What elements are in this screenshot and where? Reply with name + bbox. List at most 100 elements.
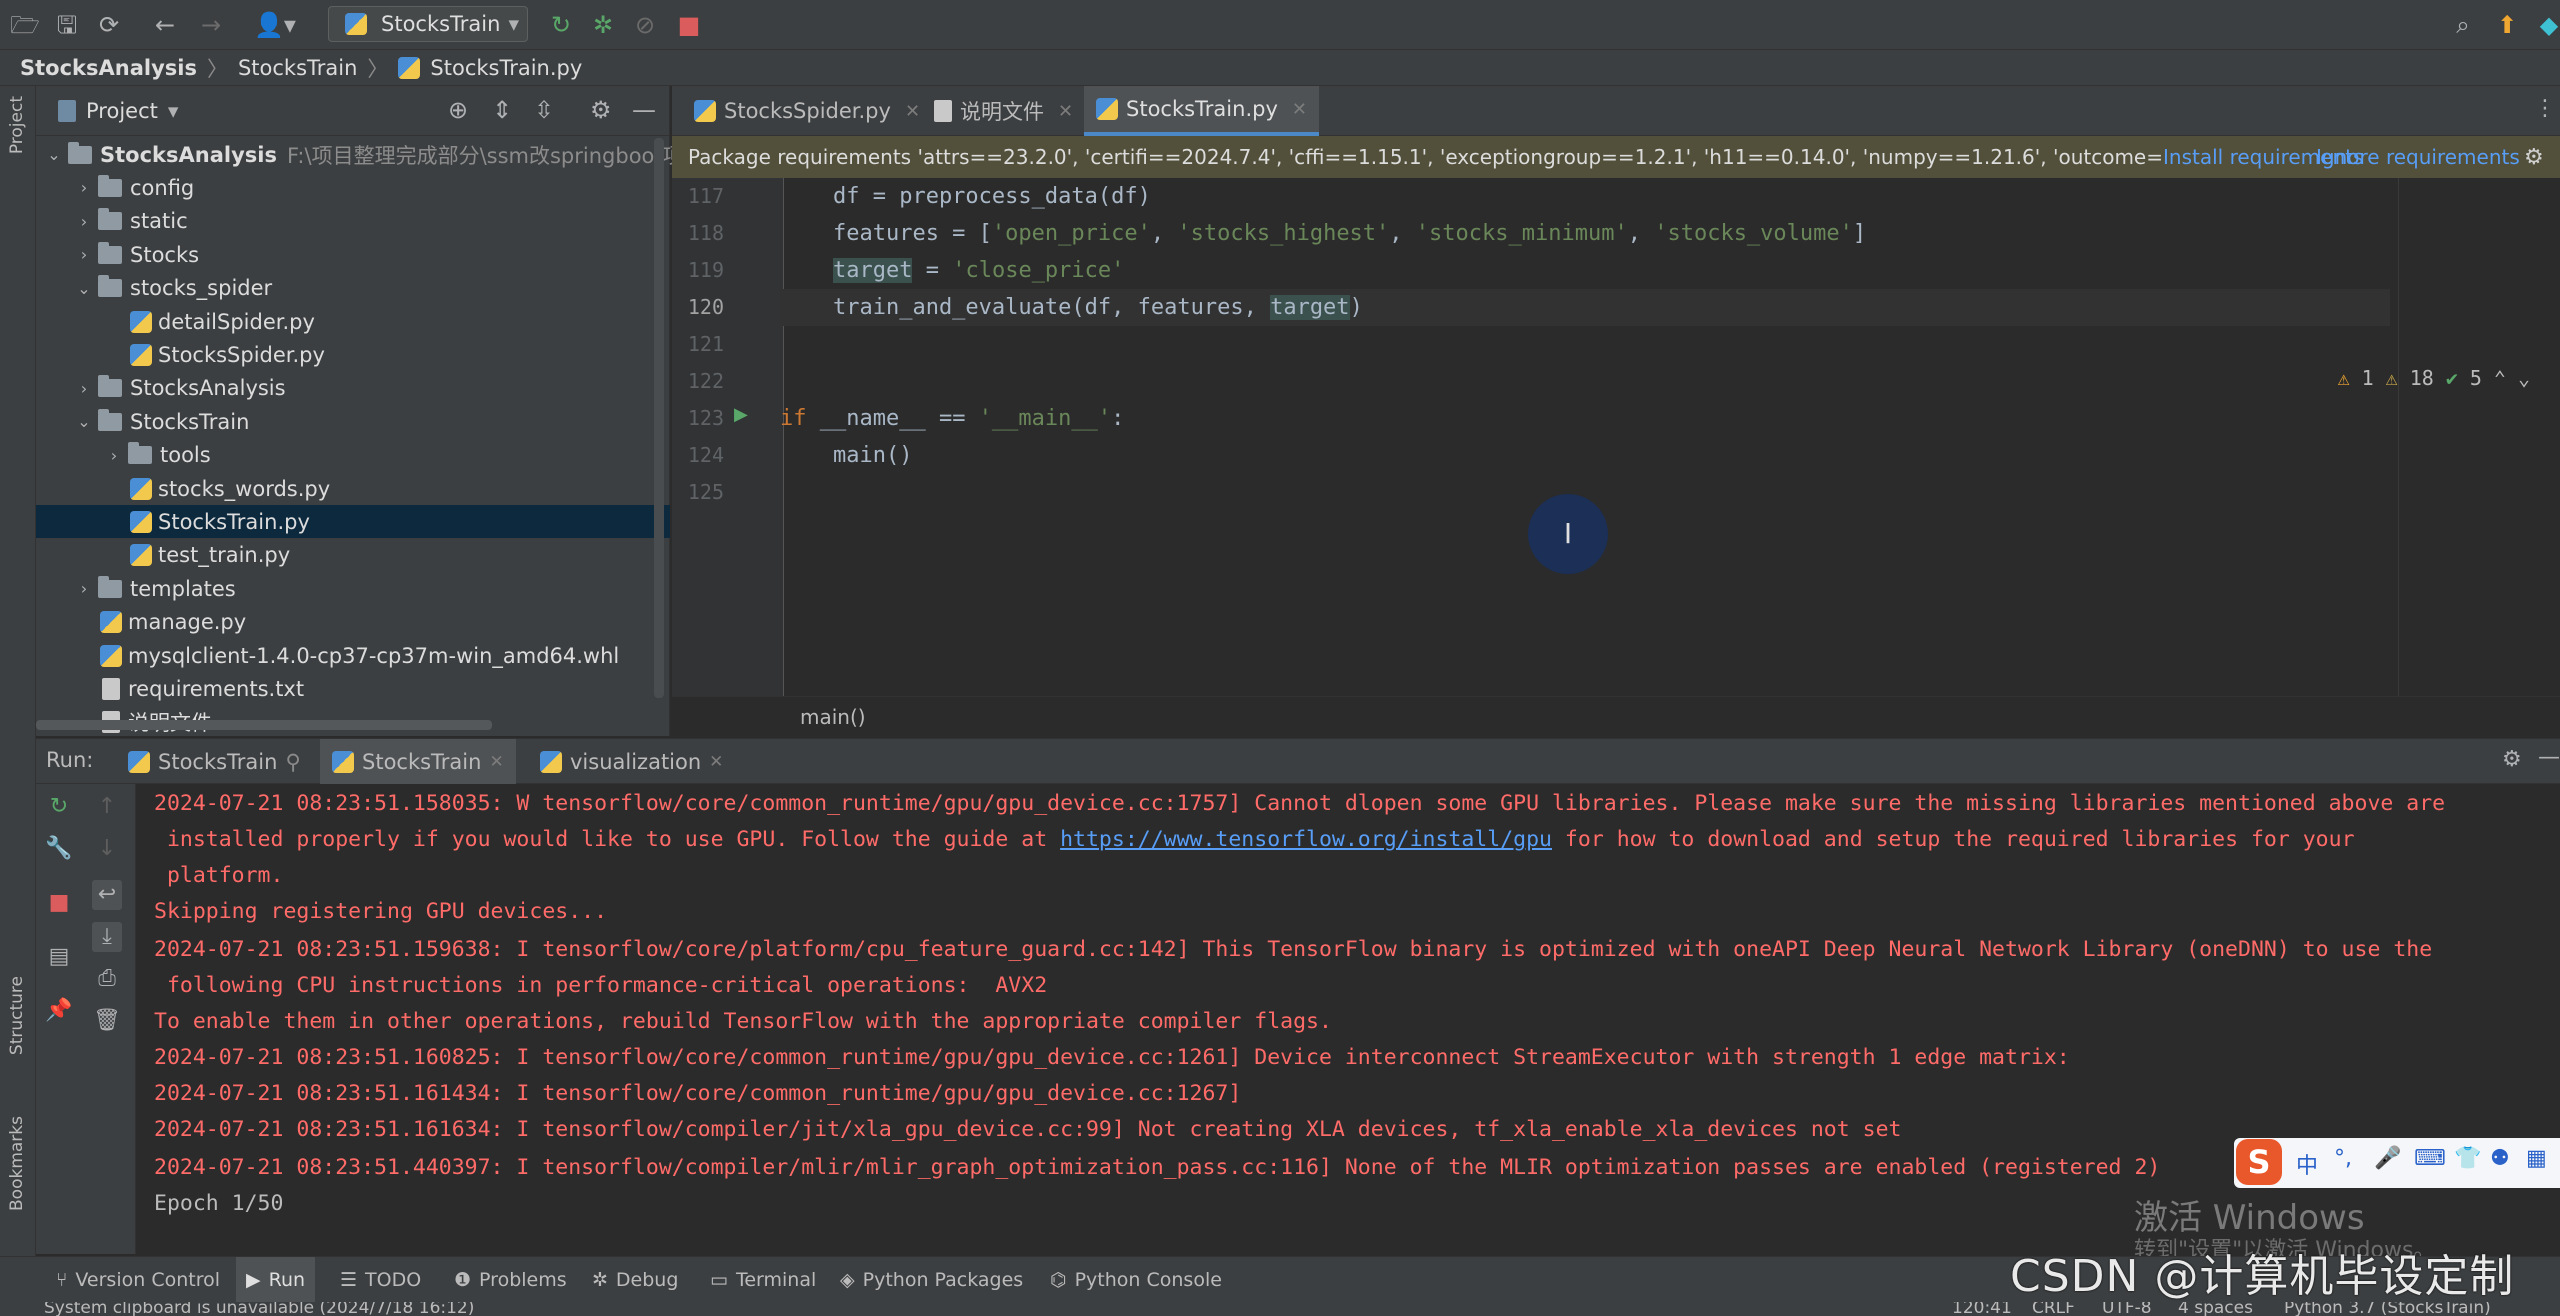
run-tab-stockstrain[interactable]: StocksTrain ✕ xyxy=(320,739,516,785)
close-icon[interactable]: ✕ xyxy=(905,101,920,122)
chevron-right-icon[interactable]: › xyxy=(74,245,94,264)
tab-stocksspider[interactable]: StocksSpider.py ✕ xyxy=(682,86,932,136)
hide-icon[interactable]: — xyxy=(632,96,656,124)
close-icon[interactable]: ✕ xyxy=(1058,101,1073,122)
scroll-to-end-icon[interactable]: ⤓ xyxy=(92,922,122,952)
locate-icon[interactable]: ⊕ xyxy=(448,96,468,124)
tree-root[interactable]: ⌄ StocksAnalysis F:\项目整理完成部分\ssm改springboo… xyxy=(36,138,705,171)
run-config-select[interactable]: StocksTrain ▾ xyxy=(328,6,528,42)
run-console-output[interactable]: 2024-07-21 08:23:51.158035: W tensorflow… xyxy=(136,784,2560,1254)
sync-icon[interactable]: ⟳ xyxy=(94,10,124,40)
scope-breadcrumb[interactable]: main() xyxy=(800,705,866,729)
structure-tool-button[interactable]: Structure xyxy=(7,976,27,1055)
punctuation-icon[interactable]: °, xyxy=(2334,1146,2352,1171)
chevron-right-icon[interactable]: › xyxy=(74,379,94,398)
rerun-icon[interactable]: ↻ xyxy=(44,792,74,822)
ime-mode[interactable]: 中 xyxy=(2296,1148,2318,1180)
chevron-up-icon[interactable]: ⌃ xyxy=(2494,366,2506,390)
code-line[interactable]: train_and_evaluate(df, features, target) xyxy=(780,289,2390,326)
debug-icon[interactable]: ✲ xyxy=(588,10,618,40)
expand-all-icon[interactable]: ⇕ xyxy=(492,96,512,124)
close-icon[interactable]: ✕ xyxy=(1292,99,1307,120)
tree-item-mysqlclient-1-4-0-cp37-cp37m-win-amd64-whl[interactable]: mysqlclient-1.4.0-cp37-cp37m-win_amd64.w… xyxy=(36,639,670,672)
tree-horizontal-scrollbar[interactable] xyxy=(36,720,492,730)
chevron-right-icon[interactable]: › xyxy=(74,212,94,231)
save-icon[interactable]: 🖫 xyxy=(52,10,82,40)
print-icon[interactable]: ⎙ xyxy=(92,964,122,994)
chevron-down-icon[interactable]: ⌄ xyxy=(74,412,94,431)
tree-item-stocks-spider[interactable]: ⌄ stocks_spider xyxy=(36,272,670,305)
code-line[interactable]: main() xyxy=(780,437,2390,474)
rerun-icon[interactable]: ↻ xyxy=(546,10,576,40)
tab-stockstrain[interactable]: StocksTrain.py ✕ xyxy=(1084,86,1319,136)
python-interpreter[interactable]: Python 3.7 (StocksTrain) xyxy=(2284,1302,2491,1316)
trash-icon[interactable]: 🗑 xyxy=(92,1006,122,1036)
tree-item-stockstrain-py[interactable]: StocksTrain.py xyxy=(36,505,670,539)
tree-item-tools[interactable]: › tools xyxy=(36,439,670,472)
chevron-down-icon[interactable]: ⌄ xyxy=(74,279,94,298)
tree-item-requirements-txt[interactable]: requirements.txt xyxy=(36,672,670,705)
code-line[interactable] xyxy=(780,326,2390,363)
run-tab-visualization[interactable]: visualization ✕ xyxy=(528,739,735,785)
project-tool-button[interactable]: Project xyxy=(7,96,27,154)
stop-icon[interactable]: ■ xyxy=(674,10,704,40)
run-gutter-icon[interactable]: ▶ xyxy=(734,404,748,425)
tool-window-todo[interactable]: ☰ TODO xyxy=(330,1257,431,1303)
menu-grid-icon[interactable]: ▦ xyxy=(2526,1146,2547,1171)
forward-icon[interactable]: → xyxy=(196,10,226,40)
tab-readme[interactable]: 说明文件 ✕ xyxy=(922,86,1085,136)
ime-toolbar[interactable]: S 中 °, 🎤 ⌨ 👕 ⚉ ▦ xyxy=(2234,1138,2560,1188)
tree-item-stocks-words-py[interactable]: stocks_words.py xyxy=(36,472,670,505)
open-folder-icon[interactable]: 🗁 xyxy=(10,10,40,40)
code-line[interactable] xyxy=(780,363,2390,400)
user-icon[interactable]: 👤▾ xyxy=(250,10,300,40)
wrench-icon[interactable]: 🔧 xyxy=(44,834,74,864)
tree-item-stocks[interactable]: › Stocks xyxy=(36,238,670,271)
project-view-select[interactable]: Project xyxy=(86,99,158,123)
bookmarks-tool-button[interactable]: Bookmarks xyxy=(7,1116,27,1211)
ignore-requirements-link[interactable]: Ignore requirements xyxy=(2316,145,2520,169)
toolbox-icon[interactable]: ⚉ xyxy=(2490,1146,2510,1171)
up-arrow-icon[interactable]: ↑ xyxy=(92,792,122,822)
stop-icon[interactable]: ■ xyxy=(44,888,74,918)
back-icon[interactable]: ← xyxy=(150,10,180,40)
chevron-down-icon[interactable]: ⌄ xyxy=(44,145,64,164)
tool-window-terminal[interactable]: ▭ Terminal xyxy=(700,1257,826,1303)
line-separator[interactable]: CRLF xyxy=(2032,1302,2075,1316)
hide-icon[interactable]: — xyxy=(2538,745,2560,770)
pin-icon[interactable]: ⚲ xyxy=(285,750,300,774)
update-icon[interactable]: ⬆ xyxy=(2492,10,2522,40)
tree-item-static[interactable]: › static xyxy=(36,205,670,238)
chevron-right-icon[interactable]: › xyxy=(104,446,124,465)
skin-icon[interactable]: 👕 xyxy=(2454,1146,2481,1171)
tree-item-stocksspider-py[interactable]: StocksSpider.py xyxy=(36,338,670,371)
plugin-icon[interactable]: ◆ xyxy=(2534,10,2560,40)
code-line[interactable]: target = 'close_price' xyxy=(780,252,2390,289)
tool-window-debug[interactable]: ✲ Debug xyxy=(582,1257,688,1303)
gear-icon[interactable]: ⚙ xyxy=(590,96,612,124)
down-arrow-icon[interactable]: ↓ xyxy=(92,834,122,864)
indent-setting[interactable]: 4 spaces xyxy=(2178,1302,2253,1316)
crumb-project[interactable]: StocksAnalysis xyxy=(20,56,197,80)
chevron-right-icon[interactable]: › xyxy=(74,178,94,197)
crumb-file[interactable]: StocksTrain.py xyxy=(430,56,582,80)
tensorflow-install-link[interactable]: https://www.tensorflow.org/install/gpu xyxy=(1060,827,1552,852)
more-tabs-icon[interactable]: ⋮ xyxy=(2534,96,2556,121)
tool-window-python-packages[interactable]: ◈ Python Packages xyxy=(830,1257,1033,1303)
soft-wrap-icon[interactable]: ↩ xyxy=(92,880,122,910)
code-line[interactable]: if __name__ == '__main__': xyxy=(780,400,2390,437)
code-line[interactable]: df = preprocess_data(df) xyxy=(780,178,2390,215)
keyboard-icon[interactable]: ⌨ xyxy=(2414,1146,2446,1171)
tree-item-manage-py[interactable]: manage.py xyxy=(36,606,670,639)
tree-item-config[interactable]: › config xyxy=(36,171,670,204)
gear-icon[interactable]: ⚙ xyxy=(2524,145,2544,170)
chevron-down-icon[interactable]: ⌄ xyxy=(2518,366,2530,390)
tool-window-problems[interactable]: ❶ Problems xyxy=(444,1257,577,1303)
attach-icon[interactable]: ⊘ xyxy=(630,10,660,40)
pin-icon[interactable]: 📌 xyxy=(44,996,74,1026)
tree-item-templates[interactable]: › templates xyxy=(36,572,670,605)
crumb-folder[interactable]: StocksTrain xyxy=(238,56,357,80)
close-icon[interactable]: ✕ xyxy=(489,752,503,772)
collapse-all-icon[interactable]: ⇳ xyxy=(534,96,554,124)
tree-item-detailspider-py[interactable]: detailSpider.py xyxy=(36,305,670,338)
